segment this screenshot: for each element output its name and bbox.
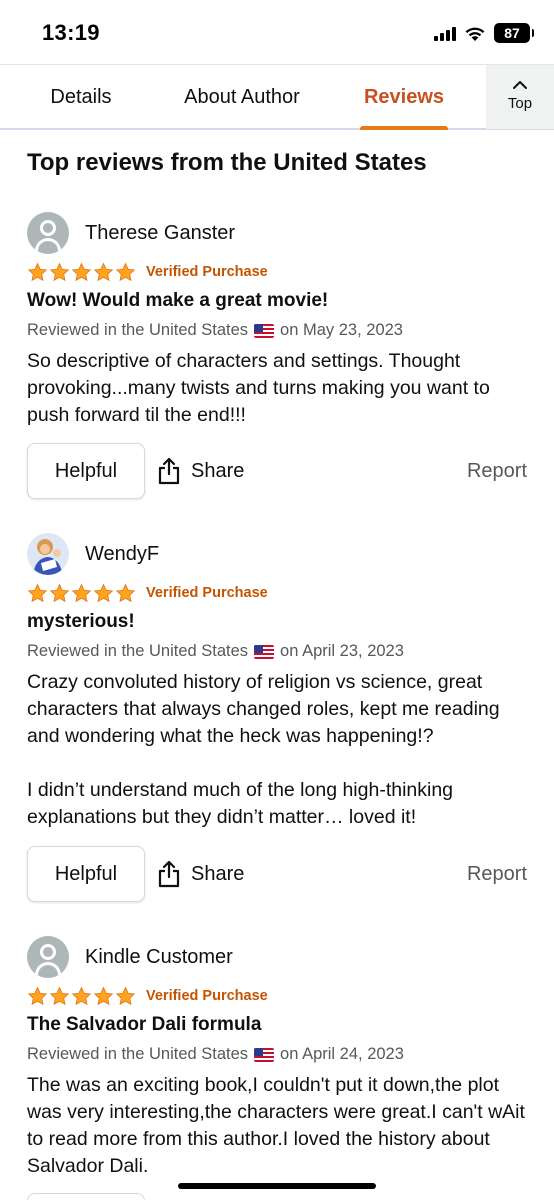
- reviewer-profile[interactable]: Therese Ganster: [27, 212, 235, 254]
- wifi-icon: [465, 27, 485, 41]
- review-actions: Helpful Share Report: [27, 846, 537, 902]
- star-icon: [71, 262, 92, 281]
- share-button[interactable]: Share: [157, 846, 244, 902]
- status-icons: 87: [434, 20, 534, 46]
- verified-purchase-badge: Verified Purchase: [146, 988, 268, 1004]
- review-body: So descriptive of characters and setting…: [27, 348, 532, 429]
- share-label: Share: [191, 459, 245, 482]
- star-icon: [49, 262, 70, 281]
- star-icon: [115, 262, 136, 281]
- reviewer-profile[interactable]: Kindle Customer: [27, 936, 233, 978]
- status-time: 13:19: [42, 20, 100, 45]
- review-date: on April 24, 2023: [280, 1045, 404, 1063]
- review-paragraph: So descriptive of characters and setting…: [27, 350, 490, 426]
- section-title: Top reviews from the United States: [27, 149, 427, 176]
- review-paragraph: I didn’t understand much of the long hig…: [27, 779, 454, 828]
- tab-details[interactable]: Details: [30, 65, 132, 129]
- review-paragraph: The was an exciting book,I couldn't put …: [27, 1074, 525, 1177]
- star-icon: [115, 583, 136, 602]
- review-body: Crazy convoluted history of religion vs …: [27, 669, 532, 831]
- star-rating: [27, 583, 136, 604]
- share-label: Share: [191, 862, 245, 885]
- star-icon: [93, 986, 114, 1005]
- reviewer-name: WendyF: [85, 542, 160, 565]
- share-icon: [158, 860, 180, 888]
- helpful-button[interactable]: Helpful: [27, 443, 145, 499]
- star-icon: [93, 262, 114, 281]
- report-link[interactable]: Report: [467, 443, 527, 499]
- share-icon: [158, 457, 180, 485]
- star-icon: [27, 262, 48, 281]
- share-button[interactable]: Share: [157, 443, 244, 499]
- helpful-button[interactable]: Helpful: [27, 846, 145, 902]
- avatar: [27, 533, 69, 575]
- us-flag-icon: [254, 644, 275, 659]
- helpful-button[interactable]: [27, 1193, 145, 1200]
- report-link[interactable]: Report: [467, 846, 527, 902]
- star-icon: [71, 986, 92, 1005]
- us-flag-icon: [254, 1047, 275, 1062]
- star-icon: [49, 583, 70, 602]
- review-title: mysterious!: [27, 611, 135, 632]
- tab-reviews[interactable]: Reviews: [352, 65, 456, 129]
- rating-row: Verified Purchase: [27, 260, 268, 284]
- review-date: on April 23, 2023: [280, 642, 404, 660]
- rating-row: Verified Purchase: [27, 984, 268, 1008]
- avatar: [27, 936, 69, 978]
- star-icon: [115, 986, 136, 1005]
- star-icon: [27, 986, 48, 1005]
- review-meta: Reviewed in the United States on May 23,…: [27, 321, 403, 340]
- review-location: Reviewed in the United States: [27, 1045, 249, 1063]
- tab-bar: Details About Author Reviews Top: [0, 64, 554, 130]
- verified-purchase-badge: Verified Purchase: [146, 585, 268, 601]
- review-actions: Helpful Share Report: [27, 443, 537, 499]
- review-title: The Salvador Dali formula: [27, 1014, 262, 1035]
- review-meta: Reviewed in the United States on April 2…: [27, 642, 404, 661]
- signal-icon: [434, 25, 456, 41]
- home-indicator[interactable]: [178, 1183, 376, 1189]
- avatar: [27, 212, 69, 254]
- active-tab-indicator: [360, 126, 448, 130]
- chevron-up-icon: [513, 81, 527, 89]
- review-title: Wow! Would make a great movie!: [27, 290, 329, 311]
- star-rating: [27, 986, 136, 1007]
- battery-icon: 87: [494, 23, 534, 43]
- review-date: on May 23, 2023: [280, 321, 403, 339]
- tab-about-author[interactable]: About Author: [170, 65, 314, 129]
- star-icon: [93, 583, 114, 602]
- status-bar: 13:19 87: [0, 0, 554, 64]
- us-flag-icon: [254, 323, 275, 338]
- review-meta: Reviewed in the United States on April 2…: [27, 1045, 404, 1064]
- star-rating: [27, 262, 136, 283]
- review-paragraph: Crazy convoluted history of religion vs …: [27, 671, 500, 747]
- reviewer-name: Therese Ganster: [85, 221, 236, 244]
- reviewer-profile[interactable]: WendyF: [27, 533, 159, 575]
- review-location: Reviewed in the United States: [27, 642, 249, 660]
- review-body: The was an exciting book,I couldn't put …: [27, 1072, 532, 1180]
- star-icon: [27, 583, 48, 602]
- star-icon: [71, 583, 92, 602]
- verified-purchase-badge: Verified Purchase: [146, 264, 268, 280]
- scroll-to-top-button[interactable]: Top: [486, 65, 554, 129]
- reviewer-name: Kindle Customer: [85, 945, 233, 968]
- review-location: Reviewed in the United States: [27, 321, 249, 339]
- top-label: Top: [507, 95, 533, 112]
- rating-row: Verified Purchase: [27, 581, 268, 605]
- star-icon: [49, 986, 70, 1005]
